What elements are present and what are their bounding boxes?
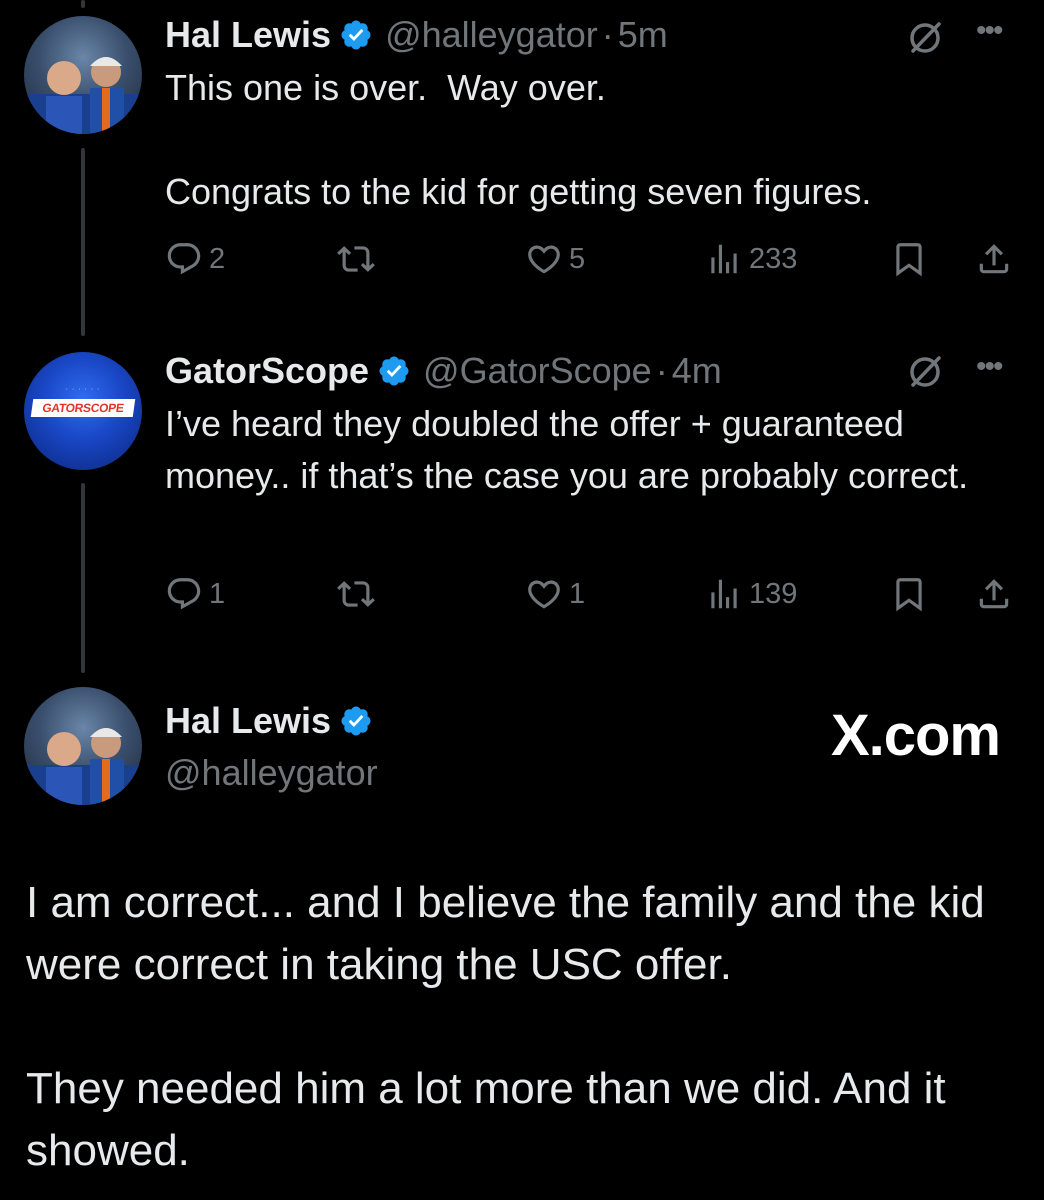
verified-badge-icon xyxy=(341,706,371,736)
reply-count: 2 xyxy=(209,242,226,275)
reply-icon xyxy=(167,243,201,275)
tweet-text: I’ve heard they doubled the offer + guar… xyxy=(165,403,969,496)
timestamp[interactable]: 5m xyxy=(618,14,668,56)
verified-badge-icon xyxy=(341,20,371,50)
handle[interactable]: @GatorScope xyxy=(423,350,652,392)
display-name[interactable]: Hal Lewis xyxy=(165,14,331,56)
avatar-photo-icon xyxy=(24,57,142,134)
grok-icon[interactable] xyxy=(905,18,945,58)
like-count: 1 xyxy=(569,577,586,610)
views-icon xyxy=(711,244,737,274)
view-count: 139 xyxy=(749,577,798,610)
view-count: 233 xyxy=(749,242,798,275)
more-icon[interactable]: ••• xyxy=(976,350,1003,384)
display-name[interactable]: Hal Lewis xyxy=(165,700,331,742)
share-button[interactable] xyxy=(975,240,1013,278)
handle[interactable]: @halleygator xyxy=(165,752,378,794)
tweet-header: GatorScope @GatorScope · 4m xyxy=(165,350,722,392)
tweet-actions: 2 5 233 xyxy=(165,240,1025,280)
bookmark-button[interactable] xyxy=(890,575,928,613)
avatar-photo-icon xyxy=(24,728,142,805)
timestamp[interactable]: 4m xyxy=(672,350,722,392)
grok-icon[interactable] xyxy=(905,352,945,392)
retweet-icon xyxy=(337,581,375,607)
handle[interactable]: @halleygator xyxy=(385,14,598,56)
verified-badge-icon xyxy=(379,356,409,386)
retweet-icon xyxy=(337,246,375,272)
thread-line xyxy=(81,483,85,673)
views-button[interactable]: 139 xyxy=(705,575,797,613)
reply-button[interactable]: 1 xyxy=(165,575,225,613)
separator-dot: · xyxy=(601,14,614,55)
tweet-header: Hal Lewis @halleygator · 5m xyxy=(165,14,668,56)
bookmark-button[interactable] xyxy=(890,240,928,278)
reply-icon xyxy=(167,578,201,610)
separator-dot: · xyxy=(655,350,668,391)
views-button[interactable]: 233 xyxy=(705,240,797,278)
main-tweet-paragraph-1: I am correct... and I believe the family… xyxy=(26,878,985,989)
more-icon[interactable]: ••• xyxy=(976,14,1003,48)
tweet-actions: 1 1 139 xyxy=(165,575,1025,615)
avatar[interactable] xyxy=(24,16,142,134)
display-name[interactable]: GatorScope xyxy=(165,350,369,392)
main-tweet-paragraph-2: They needed him a lot more than we did. … xyxy=(26,1064,946,1175)
bookmark-icon xyxy=(896,243,922,277)
share-icon xyxy=(979,244,1009,274)
like-count: 5 xyxy=(569,242,586,275)
avatar[interactable] xyxy=(24,687,142,805)
reply-button[interactable]: 2 xyxy=(165,240,225,278)
views-icon xyxy=(711,579,737,609)
like-button[interactable]: 1 xyxy=(525,575,585,613)
avatar-logo-text: GATORSCOPE xyxy=(30,399,136,417)
display-name-row: Hal Lewis xyxy=(165,700,378,742)
retweet-button[interactable] xyxy=(337,240,375,278)
avatar[interactable]: · · · · · · GATORSCOPE xyxy=(24,352,142,470)
reply-count: 1 xyxy=(209,577,226,610)
main-tweet-header: Hal Lewis @halleygator xyxy=(165,700,378,794)
avatar-subtext: · · · · · · xyxy=(65,386,101,393)
share-icon xyxy=(979,579,1009,609)
retweet-button[interactable] xyxy=(337,575,375,613)
share-button[interactable] xyxy=(975,575,1013,613)
thread-line xyxy=(81,0,85,8)
bookmark-icon xyxy=(896,578,922,612)
like-button[interactable]: 5 xyxy=(525,240,585,278)
tweet-text: This one is over. Way over. Congrats to … xyxy=(165,67,872,212)
like-icon xyxy=(528,580,560,609)
like-icon xyxy=(528,245,560,274)
xcom-watermark: X.com xyxy=(830,703,1001,768)
thread-line xyxy=(81,148,85,336)
